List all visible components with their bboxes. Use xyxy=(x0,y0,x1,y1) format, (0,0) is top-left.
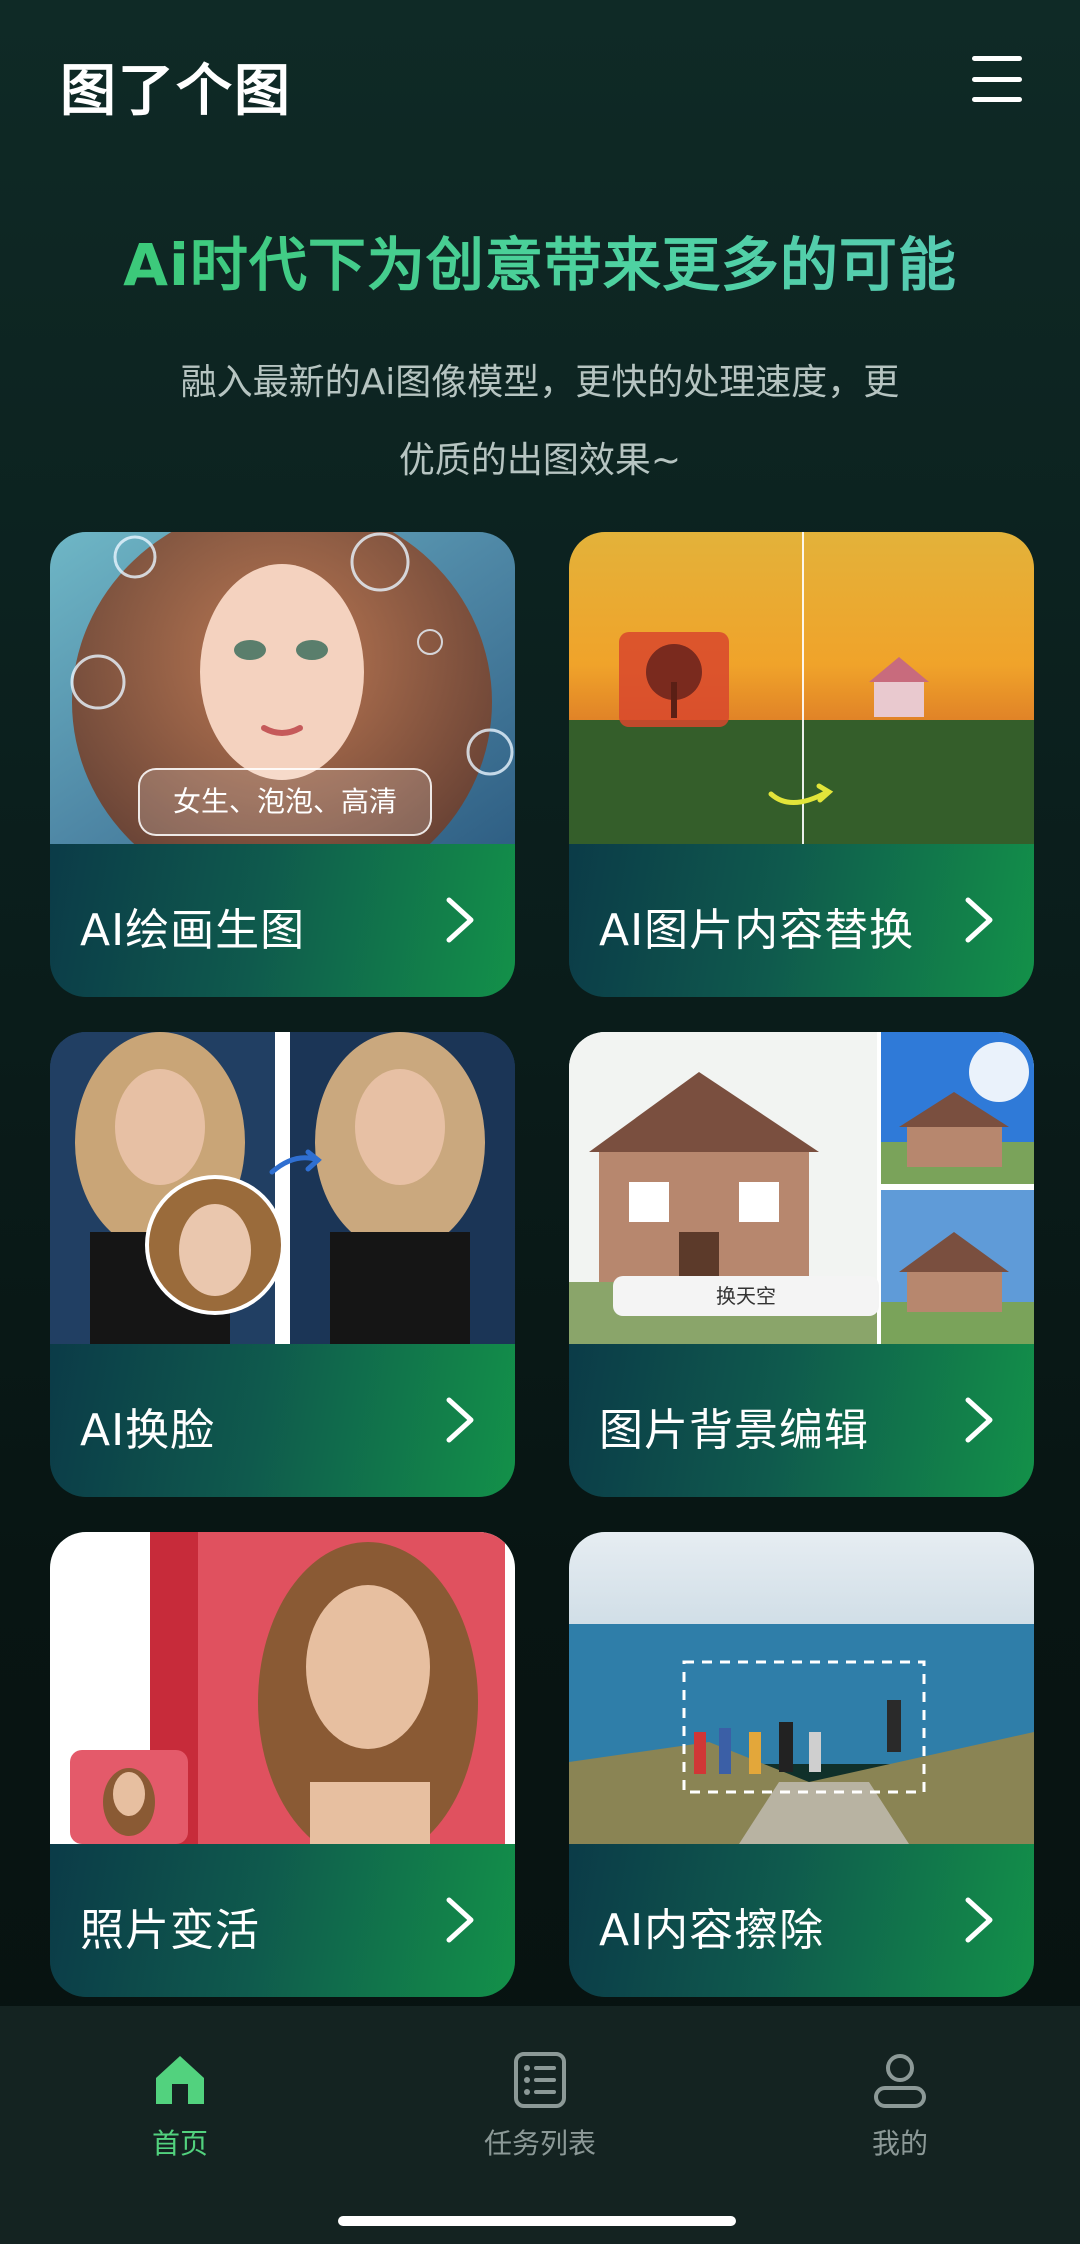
home-icon xyxy=(156,2056,204,2104)
profile-icon xyxy=(874,2054,926,2108)
chevron-right-icon xyxy=(965,1897,993,1943)
feature-card-face-swap[interactable]: AI换脸 xyxy=(50,1032,515,1497)
background-edit-thumbnail: 换天空 xyxy=(569,1032,1034,1344)
chevron-right-icon xyxy=(446,897,474,943)
chevron-right-icon xyxy=(965,897,993,943)
bottom-navigation: 首页 任务列表 我的 xyxy=(0,2006,1080,2244)
ai-painting-thumbnail: 女生、泡泡、高清 xyxy=(50,532,515,844)
chevron-right-icon xyxy=(965,1397,993,1443)
chevron-right-icon xyxy=(446,1397,474,1443)
nav-profile[interactable]: 我的 xyxy=(790,2050,1010,2162)
nav-task-list[interactable]: 任务列表 xyxy=(430,2050,650,2162)
feature-card-content-replace[interactable]: AI图片内容替换 xyxy=(569,532,1034,997)
card-footer: 图片背景编辑 xyxy=(569,1344,1034,1497)
card-footer: AI图片内容替换 xyxy=(569,844,1034,997)
card-label: AI绘画生图 xyxy=(80,905,306,956)
home-indicator[interactable] xyxy=(338,2216,736,2226)
card-footer: AI绘画生图 xyxy=(50,844,515,997)
nav-profile-label: 我的 xyxy=(871,2127,928,2160)
feature-card-content-erase[interactable]: AI内容擦除 xyxy=(569,1532,1034,1997)
card-label: AI换脸 xyxy=(80,1405,216,1456)
card-footer: AI内容擦除 xyxy=(569,1844,1034,1997)
card-footer: 照片变活 xyxy=(50,1844,515,1997)
feature-card-photo-animate[interactable]: 照片变活 xyxy=(50,1532,515,1997)
card-label: 图片背景编辑 xyxy=(599,1405,869,1456)
nav-home[interactable]: 首页 xyxy=(70,2050,290,2162)
card-label: AI内容擦除 xyxy=(599,1905,825,1956)
hero-headline: Ai时代下为创意带来更多的可能 xyxy=(0,218,1080,302)
task-list-icon xyxy=(514,2052,566,2108)
nav-home-label: 首页 xyxy=(151,2127,208,2160)
nav-task-list-label: 任务列表 xyxy=(483,2127,596,2160)
sky-replace-tag: 换天空 xyxy=(613,1276,879,1316)
card-footer: AI换脸 xyxy=(50,1344,515,1497)
chevron-right-icon xyxy=(446,1897,474,1943)
face-swap-thumbnail xyxy=(50,1032,515,1344)
feature-card-ai-painting[interactable]: 女生、泡泡、高清 AI绘画生图 xyxy=(50,532,515,997)
card-label: 照片变活 xyxy=(80,1905,260,1956)
feature-card-background-edit[interactable]: 换天空 图片背景编辑 xyxy=(569,1032,1034,1497)
top-bar: 图了个图 xyxy=(0,0,1080,160)
prompt-example-pill: 女生、泡泡、高清 xyxy=(138,768,432,836)
content-erase-thumbnail xyxy=(569,1532,1034,1844)
content-replace-thumbnail xyxy=(569,532,1034,844)
photo-animate-thumbnail xyxy=(50,1532,515,1844)
app-title: 图了个图 xyxy=(60,59,292,124)
hamburger-menu-icon[interactable] xyxy=(972,56,1022,102)
hero-subline: 融入最新的Ai图像模型，更快的处理速度，更优质的出图效果~ xyxy=(180,362,900,481)
card-label: AI图片内容替换 xyxy=(599,905,915,956)
